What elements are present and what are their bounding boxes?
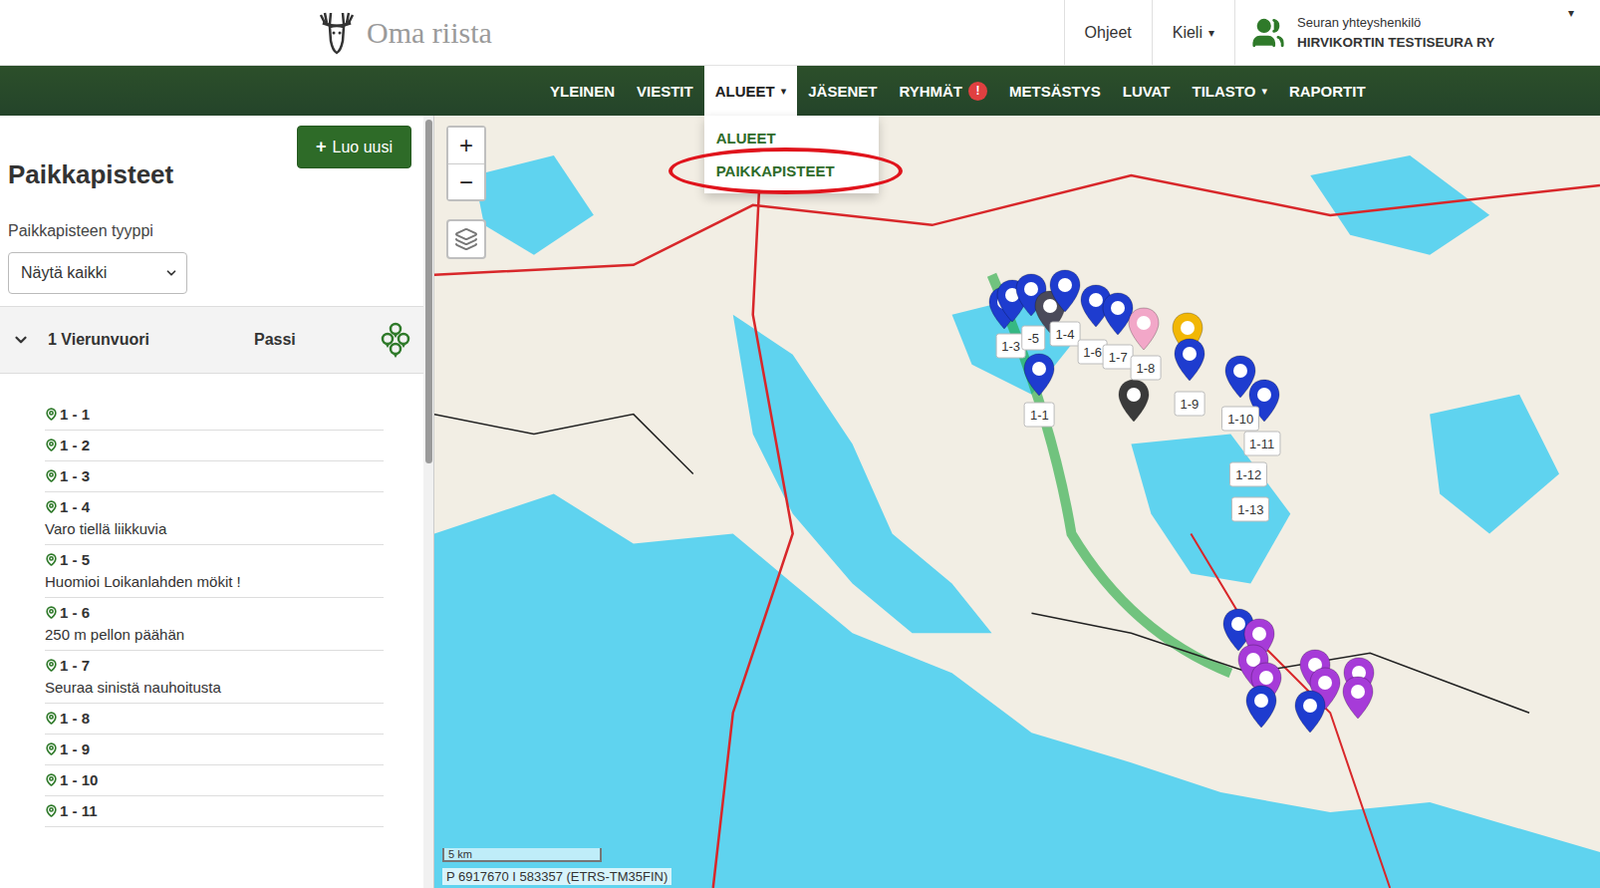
pin-label: 1-1 (1024, 402, 1056, 428)
pin-icon (44, 438, 58, 452)
pin-icon (44, 803, 58, 817)
page-title: Paikkapisteet (7, 159, 174, 191)
app: Oma riista OhjeetKieli▾ Seuran yhteyshenki… (0, 0, 1600, 888)
chevron-icon (164, 266, 179, 280)
nav-item[interactable]: LUVAT (1111, 65, 1182, 116)
layers-icon (454, 227, 479, 252)
group-icon (1251, 15, 1286, 50)
nav-item[interactable]: RAPORTIT (1278, 65, 1377, 116)
point-row[interactable]: 1 - 6250 m pellon päähän (44, 597, 384, 651)
nav-badge: ! (968, 81, 988, 101)
pin-cluster-icon (379, 321, 412, 358)
map-pin-icon[interactable] (1116, 377, 1151, 424)
nav-item[interactable]: METSÄSTYS (998, 65, 1112, 116)
nav-item[interactable]: ALUEET▾ALUEETPAIKKAPISTEET (704, 65, 799, 116)
type-select[interactable]: Näytä kaikki (7, 252, 188, 294)
point-row[interactable]: 1 - 7Seuraa sinistä nauhoitusta (44, 650, 384, 704)
highlight-ring (668, 147, 903, 195)
point-row[interactable]: 1 - 5Huomioi Loikanlahden mökit ! (44, 544, 384, 598)
map-pin-icon[interactable] (1293, 688, 1328, 735)
nav-item[interactable]: JÄSENET (797, 65, 888, 116)
zoom-control: +− (446, 125, 487, 202)
pin-icon (44, 742, 58, 756)
scrollbar[interactable] (423, 115, 434, 888)
account-caret: ▾ (1568, 5, 1575, 20)
zoom-out-button[interactable]: − (448, 163, 485, 200)
pin-icon (44, 658, 58, 672)
point-row[interactable]: 1 - 4Varo tiellä liikkuvia (44, 492, 384, 545)
map-tiles (434, 115, 1600, 888)
pin-icon (44, 469, 58, 483)
zoom-in-button[interactable]: + (448, 127, 485, 164)
brand-name: Oma riista (366, 15, 493, 50)
layers-button[interactable] (446, 219, 487, 260)
pin-label: 1-10 (1221, 406, 1260, 432)
scale-bar: 5 km (442, 847, 602, 862)
pin-label: 1-7 (1102, 343, 1134, 369)
pin-icon (44, 711, 58, 725)
group-row[interactable]: 1 VierunvuoriPassi (0, 305, 424, 374)
pin-label: 1-9 (1174, 390, 1206, 416)
coordinates: P 6917670 I 583357 (ETRS-TM35FIN) (442, 867, 672, 885)
expand-icon (11, 330, 30, 349)
main-nav: YLEINENVIESTITALUEET▾ALUEETPAIKKAPISTEET… (0, 65, 1600, 116)
point-row[interactable]: 1 - 1 (44, 399, 384, 431)
map-pin-icon[interactable] (1172, 336, 1207, 383)
dropdown-item[interactable]: ALUEET (704, 121, 879, 155)
point-row[interactable]: 1 - 2 (44, 430, 384, 462)
pin-label: 1-12 (1229, 461, 1268, 487)
pin-icon (44, 773, 58, 787)
pin-label: 1-8 (1129, 354, 1161, 380)
header-link[interactable]: Ohjeet (1064, 0, 1152, 65)
map-pin-icon[interactable] (1244, 683, 1279, 730)
nav-item[interactable]: YLEINEN (538, 65, 626, 116)
create-button[interactable]: +Luo uusi (296, 125, 412, 169)
dropdown-item[interactable]: PAIKKAPISTEET (704, 154, 879, 188)
point-list: 1 - 11 - 21 - 31 - 4Varo tiellä liikkuvi… (0, 373, 424, 827)
map-pin-icon[interactable] (1340, 674, 1375, 721)
brand[interactable]: Oma riista (0, 0, 1065, 65)
pin-label: 1-4 (1050, 321, 1081, 347)
map-pin-icon[interactable] (1022, 351, 1057, 398)
pin-label: 1-11 (1243, 430, 1281, 456)
sidebar: Paikkapisteet +Luo uusi Paikkapisteen tyyp… (0, 115, 435, 888)
pin-icon (44, 605, 58, 619)
pin-icon (44, 407, 58, 421)
point-row[interactable]: 1 - 8 (44, 703, 384, 735)
nav-item[interactable]: RYHMÄT! (887, 65, 999, 116)
pin-icon (44, 552, 58, 566)
point-row[interactable]: 1 - 3 (44, 461, 384, 493)
point-row[interactable]: 1 - 10 (44, 765, 384, 797)
account-info: Seuran yhteyshenkilöHIRVIKORTIN TESTISEU… (1297, 14, 1495, 50)
header-link[interactable]: Kieli▾ (1151, 0, 1235, 65)
pin-label: -5 (1021, 325, 1046, 351)
nav-item[interactable]: VIESTIT (625, 65, 705, 116)
pin-label: 1-13 (1231, 497, 1270, 523)
nav-item[interactable]: TILASTO▾ (1181, 65, 1279, 116)
header: Oma riista OhjeetKieli▾ Seuran yhteyshenki… (0, 0, 1600, 66)
map-pin-icon[interactable] (1048, 267, 1082, 314)
moose-logo-icon (316, 10, 357, 55)
dropdown-menu: ALUEETPAIKKAPISTEET (704, 115, 879, 194)
point-row[interactable]: 1 - 11 (44, 796, 384, 827)
pin-icon (44, 500, 58, 514)
point-row[interactable]: 1 - 9 (44, 734, 384, 766)
filter-label: Paikkapisteen tyyppi (7, 222, 424, 241)
map[interactable]: +−1-11-3-51-41-61-71-81-91-101-111-121-1… (434, 115, 1600, 888)
account-menu[interactable]: Seuran yhteyshenkilöHIRVIKORTIN TESTISEU… (1234, 0, 1600, 65)
